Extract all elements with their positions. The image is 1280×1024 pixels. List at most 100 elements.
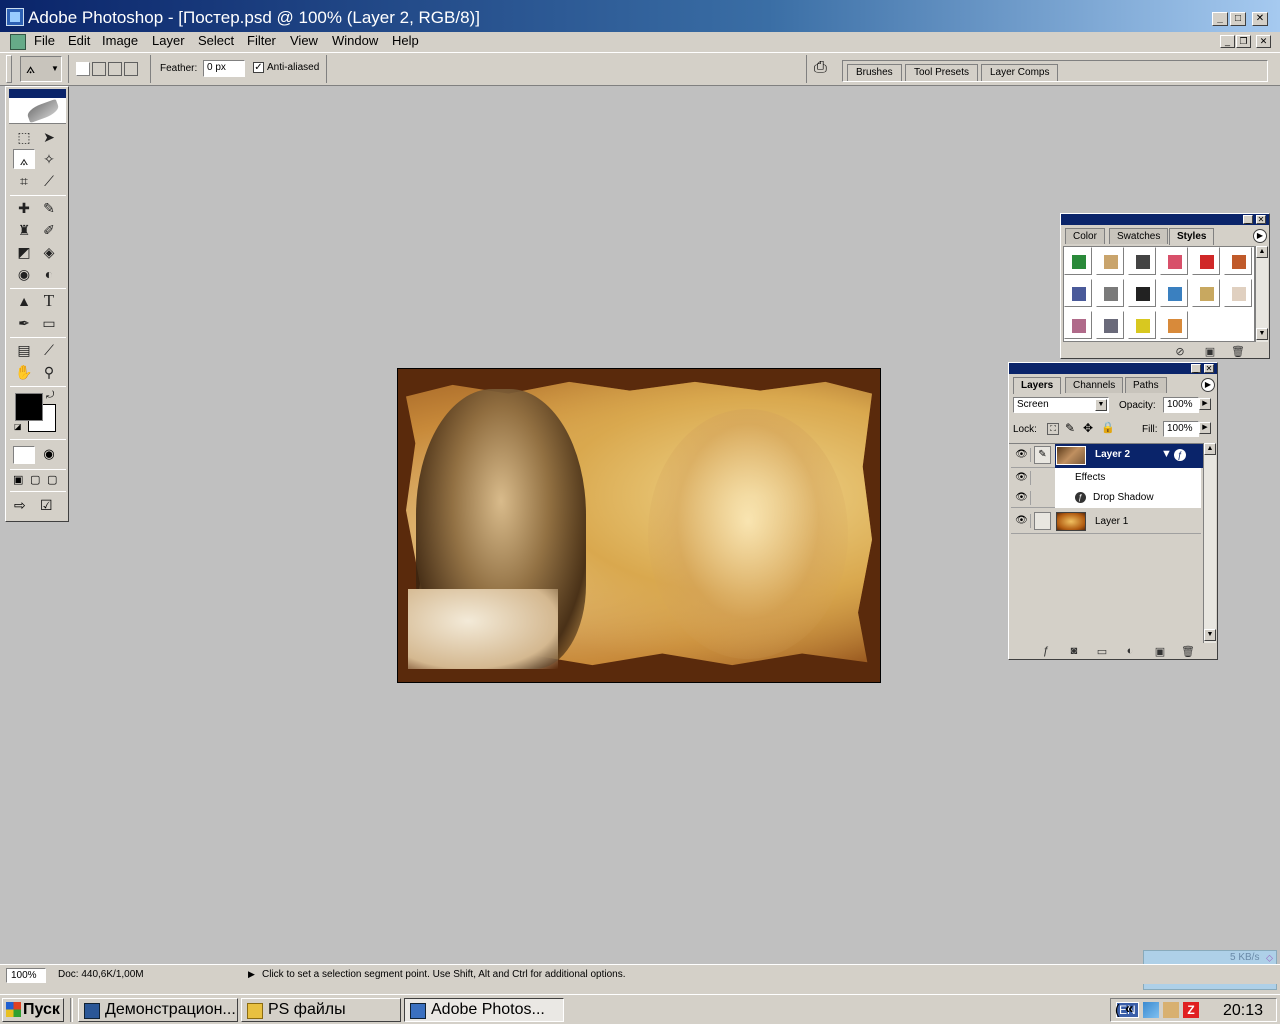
new-adjustment-layer-icon[interactable]: ◐ (1123, 645, 1137, 657)
intersect-selection-icon[interactable] (124, 62, 138, 76)
style-swatch[interactable] (1160, 311, 1188, 339)
fill-slider-icon[interactable]: ▶ (1199, 422, 1211, 434)
style-swatch[interactable] (1224, 247, 1252, 275)
style-swatch[interactable] (1096, 247, 1124, 275)
style-swatch[interactable] (1128, 279, 1156, 307)
hand-tool-icon[interactable]: ✋ (13, 362, 35, 382)
layer-link-box[interactable] (1034, 512, 1051, 530)
style-swatch[interactable] (1096, 279, 1124, 307)
style-swatch[interactable] (1192, 247, 1220, 275)
clone-stamp-tool-icon[interactable]: ♜ (13, 220, 35, 240)
collapse-effects-icon[interactable]: ▼ (1161, 448, 1172, 460)
new-style-icon[interactable]: ▣ (1203, 345, 1217, 358)
menu-window[interactable]: Window (330, 33, 380, 48)
delete-style-icon[interactable]: 🗑 (1231, 345, 1245, 358)
menu-edit[interactable]: Edit (66, 33, 92, 48)
taskbar-button-photoshop[interactable]: Adobe Photos... (404, 998, 564, 1022)
menu-file[interactable]: File (32, 33, 57, 48)
brush-tool-icon[interactable]: ✎ (38, 198, 60, 218)
layers-scrollbar[interactable]: ▲ ▼ (1203, 443, 1216, 643)
subtract-from-selection-icon[interactable] (108, 62, 122, 76)
layer-effects-icon[interactable]: ƒ (1174, 449, 1186, 461)
start-button[interactable]: Пуск (2, 998, 64, 1022)
clock[interactable]: 20:13 (1223, 1002, 1263, 1020)
menu-layer[interactable]: Layer (150, 33, 187, 48)
paint-bucket-tool-icon[interactable]: ◈ (38, 242, 60, 262)
menu-select[interactable]: Select (196, 33, 236, 48)
zoom-tool-icon[interactable]: ⚲ (38, 362, 60, 382)
add-layer-style-icon[interactable]: ƒ (1039, 645, 1053, 657)
brush-link-icon[interactable]: ✎ (1034, 446, 1051, 464)
anti-aliased-checkbox[interactable]: ✓ (253, 62, 264, 73)
tool-preset-picker[interactable]: ⟑ ▼ (20, 56, 62, 82)
options-bar-gripper[interactable] (6, 55, 12, 83)
type-tool-icon[interactable]: T (38, 291, 60, 311)
maximize-button[interactable]: □ (1230, 12, 1246, 26)
fill-input[interactable]: 100% (1163, 421, 1199, 437)
rectangle-shape-tool-icon[interactable]: ▭ (38, 313, 60, 333)
effect-row[interactable]: 👁 ƒ Drop Shadow (1011, 488, 1201, 508)
layer-row[interactable]: 👁 Layer 1 (1011, 510, 1201, 534)
healing-brush-tool-icon[interactable]: ✚ (13, 198, 35, 218)
eye-icon[interactable]: 👁 (1013, 471, 1031, 485)
new-group-icon[interactable]: ▭ (1095, 645, 1109, 658)
swap-colors-icon[interactable]: ⤾ (46, 390, 54, 401)
new-selection-icon[interactable] (76, 62, 90, 76)
taskbar-button-word-document[interactable]: Демонстрацион... (78, 998, 238, 1022)
menu-image[interactable]: Image (100, 33, 140, 48)
jump-to-imageready-icon[interactable]: ⇨ (14, 497, 26, 514)
move-tool-icon[interactable]: ➤ (38, 127, 60, 147)
rectangular-marquee-tool-icon[interactable]: ⬚ (13, 127, 35, 147)
crop-tool-icon[interactable]: ⌗ (13, 171, 35, 191)
quick-mask-mode-icon[interactable]: ◉ (38, 446, 60, 464)
layers-palette-menu-icon[interactable]: ▶ (1201, 378, 1215, 392)
standard-screen-mode-icon[interactable]: ▣ (13, 473, 29, 487)
tab-layers[interactable]: Layers (1013, 377, 1062, 394)
taskbar-button-ps-folder[interactable]: PS файлы (241, 998, 401, 1022)
palette-well-tab-brushes[interactable]: Brushes (847, 64, 902, 81)
palette-well-tab-layer-comps[interactable]: Layer Comps (981, 64, 1059, 81)
style-swatch[interactable] (1064, 247, 1092, 275)
eyedropper-tool-icon[interactable]: ⟋ (38, 340, 60, 360)
style-swatch[interactable] (1160, 247, 1188, 275)
tab-color[interactable]: Color (1065, 228, 1105, 244)
scroll-down-icon[interactable]: ▼ (1204, 629, 1216, 641)
lock-position-icon[interactable]: ✥ (1083, 421, 1093, 435)
tab-paths[interactable]: Paths (1125, 377, 1167, 393)
photoshop-feather-icon[interactable] (9, 98, 66, 124)
clear-style-icon[interactable]: ⊘ (1173, 345, 1187, 358)
document-system-menu-icon[interactable] (10, 34, 26, 50)
zoom-field[interactable]: 100% (6, 968, 46, 983)
eraser-tool-icon[interactable]: ◩ (13, 242, 35, 262)
layers-palette-title-bar[interactable] (1009, 363, 1217, 374)
tab-styles[interactable]: Styles (1169, 228, 1215, 245)
style-swatch[interactable] (1064, 311, 1092, 339)
eye-icon[interactable]: 👁 (1013, 448, 1031, 462)
magic-wand-tool-icon[interactable]: ✧ (38, 149, 60, 169)
layer-row[interactable]: 👁 ✎ Layer 2 ▼ ƒ (1011, 444, 1203, 468)
styles-palette-minimize-button[interactable]: _ (1243, 215, 1253, 224)
show-hidden-icons-icon[interactable]: « (1125, 1000, 1133, 1017)
feather-input[interactable]: 0 px (203, 60, 245, 77)
pen-tool-icon[interactable]: ✒ (13, 313, 35, 333)
foreground-color-swatch[interactable] (15, 393, 43, 421)
minimize-button[interactable]: _ (1212, 12, 1228, 26)
file-browser-icon[interactable]: ⎙ (814, 59, 827, 77)
close-button[interactable]: ✕ (1252, 12, 1268, 26)
tray-app-icon[interactable] (1163, 1002, 1179, 1018)
eye-icon[interactable]: 👁 (1013, 491, 1031, 505)
style-swatch[interactable] (1224, 279, 1252, 307)
dodge-tool-icon[interactable]: ◐ (38, 264, 60, 284)
slice-tool-icon[interactable]: ⟋ (38, 171, 60, 191)
menu-view[interactable]: View (288, 33, 320, 48)
new-layer-icon[interactable]: ▣ (1153, 645, 1167, 658)
document-restore-button[interactable]: ❐ (1236, 35, 1251, 48)
styles-scrollbar[interactable]: ▲ ▼ (1255, 246, 1268, 342)
document-canvas[interactable] (397, 368, 881, 683)
photoshop-app-icon[interactable] (6, 8, 24, 26)
add-layer-mask-icon[interactable]: ◙ (1067, 645, 1081, 657)
opacity-slider-icon[interactable]: ▶ (1199, 398, 1211, 410)
effects-row[interactable]: 👁 Effects (1011, 468, 1201, 488)
document-minimize-button[interactable]: _ (1220, 35, 1235, 48)
antivirus-tray-icon[interactable]: Z (1183, 1002, 1199, 1018)
